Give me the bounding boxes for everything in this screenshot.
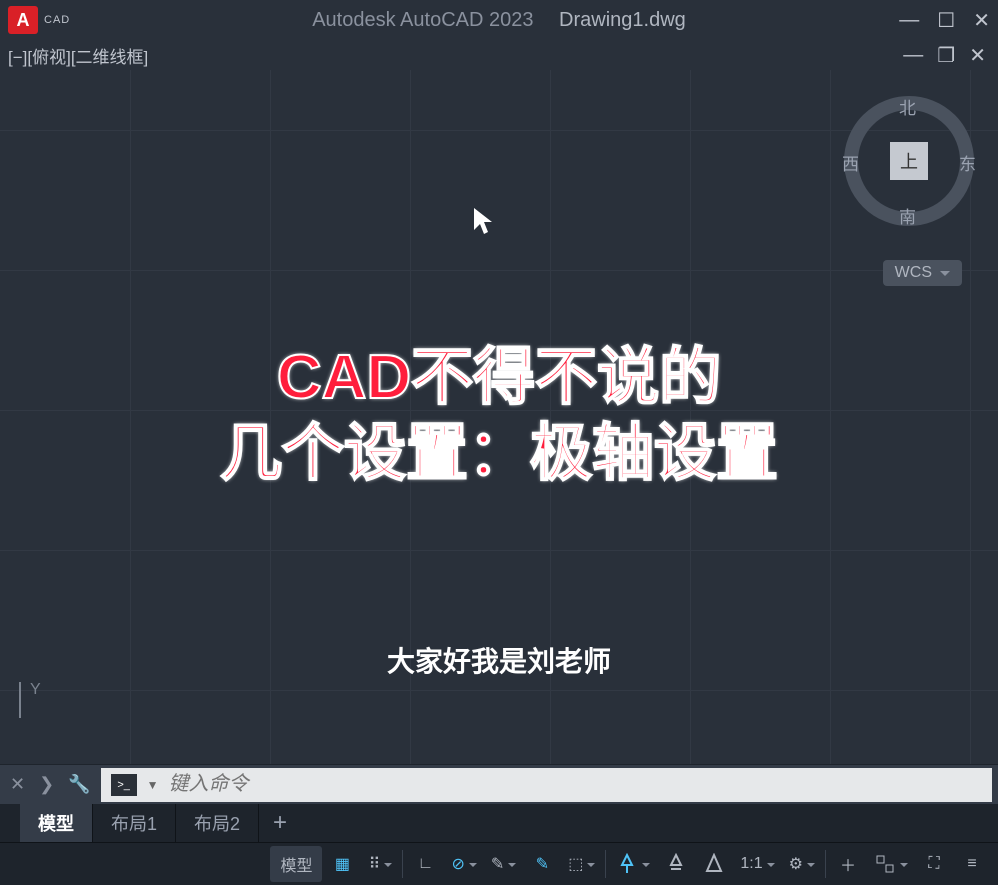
fullscreen-icon[interactable]: ⛶ bbox=[916, 846, 952, 882]
add-icon[interactable]: ＋ bbox=[830, 846, 866, 882]
video-subtitle: 大家好我是刘老师 bbox=[0, 640, 998, 680]
svg-text:Y: Y bbox=[30, 681, 41, 698]
app-icon[interactable]: A bbox=[8, 6, 38, 34]
command-bar: ✕ ❯ 🔧 >_ ▼ bbox=[0, 764, 998, 804]
status-model-button[interactable]: 模型 bbox=[270, 846, 322, 882]
video-title-overlay: CAD不得不说的 几个设置：极轴设置 bbox=[0, 340, 998, 491]
doc-maximize-button[interactable]: ❐ bbox=[937, 43, 955, 68]
view-label[interactable]: [−][俯视][二维线框] bbox=[8, 43, 148, 68]
transparency-icon[interactable] bbox=[696, 846, 732, 882]
viewport-header: [−][俯视][二维线框] — ❐ ✕ bbox=[0, 40, 998, 70]
grid-toggle-icon[interactable]: ▦ bbox=[324, 846, 360, 882]
cursor-icon bbox=[472, 206, 494, 236]
product-name: Autodesk AutoCAD 2023 bbox=[312, 9, 533, 31]
tab-layout2[interactable]: 布局2 bbox=[176, 804, 259, 842]
viewcube-west[interactable]: 西 bbox=[842, 150, 859, 175]
window-controls: — ☐ ✕ bbox=[899, 8, 990, 33]
file-name: Drawing1.dwg bbox=[559, 9, 686, 31]
dyn-input-icon[interactable] bbox=[610, 846, 656, 882]
viewcube-east[interactable]: 东 bbox=[959, 150, 976, 175]
iso-toggle-icon[interactable]: ⬚ bbox=[562, 846, 601, 882]
command-input[interactable] bbox=[169, 773, 983, 796]
minimize-button[interactable]: — bbox=[899, 9, 919, 32]
command-input-wrap[interactable]: >_ ▼ bbox=[101, 768, 992, 802]
drawing-canvas[interactable]: 上 北 南 西 东 WCS Y CAD不得不说的 几个设置：极轴设置 大家好我是… bbox=[0, 70, 998, 764]
gear-icon[interactable]: ⚙ bbox=[783, 846, 821, 882]
viewcube[interactable]: 上 北 南 西 东 bbox=[844, 96, 974, 226]
command-dropdown-icon[interactable]: ▼ bbox=[147, 778, 159, 792]
tab-layout1[interactable]: 布局1 bbox=[93, 804, 176, 842]
snap-toggle-icon[interactable]: ⠿ bbox=[362, 846, 398, 882]
menu-icon[interactable]: ≡ bbox=[954, 846, 990, 882]
separator bbox=[402, 850, 403, 878]
title-bar: A CAD Autodesk AutoCAD 2023 Drawing1.dwg… bbox=[0, 0, 998, 40]
window-title: Autodesk AutoCAD 2023 Drawing1.dwg bbox=[312, 9, 686, 32]
doc-close-button[interactable]: ✕ bbox=[969, 43, 986, 68]
command-close-icon[interactable]: ✕ bbox=[6, 774, 29, 795]
status-bar: 模型 ▦ ⠿ ∟ ⊘ ✎ ✎ ⬚ 1:1 ⚙ ＋ ⛶ ≡ bbox=[0, 842, 998, 885]
maximize-button[interactable]: ☐ bbox=[937, 8, 955, 33]
overlay-line1: CAD不得不说的 bbox=[0, 340, 998, 416]
ucs-icon: Y bbox=[14, 680, 58, 724]
wcs-dropdown[interactable]: WCS bbox=[883, 260, 962, 286]
osnap-toggle-icon[interactable]: ✎ bbox=[485, 846, 522, 882]
separator bbox=[605, 850, 606, 878]
overlay-line2: 几个设置：极轴设置 bbox=[0, 416, 998, 492]
close-button[interactable]: ✕ bbox=[973, 8, 990, 33]
document-controls: — ❐ ✕ bbox=[903, 43, 986, 68]
scale-dropdown[interactable]: 1:1 bbox=[734, 846, 780, 882]
command-wrench-icon[interactable]: 🔧 bbox=[64, 774, 94, 795]
otrack-toggle-icon[interactable]: ✎ bbox=[524, 846, 560, 882]
doc-minimize-button[interactable]: — bbox=[903, 44, 923, 67]
layout-tabs: 模型 布局1 布局2 + bbox=[0, 804, 998, 842]
app-tag: CAD bbox=[44, 14, 70, 26]
tab-add-button[interactable]: + bbox=[259, 804, 301, 842]
viewcube-north[interactable]: 北 bbox=[899, 94, 916, 119]
polar-toggle-icon[interactable]: ⊘ bbox=[445, 846, 482, 882]
command-chevron-icon[interactable]: ❯ bbox=[35, 774, 58, 795]
ortho-toggle-icon[interactable]: ∟ bbox=[407, 846, 443, 882]
viewcube-top-face[interactable]: 上 bbox=[890, 142, 928, 180]
lineweight-icon[interactable] bbox=[658, 846, 694, 882]
separator bbox=[825, 850, 826, 878]
wcs-label: WCS bbox=[895, 264, 932, 282]
viewcube-south[interactable]: 南 bbox=[899, 203, 916, 228]
layout-icon[interactable] bbox=[868, 846, 914, 882]
command-prompt-icon: >_ bbox=[111, 774, 137, 796]
tab-model[interactable]: 模型 bbox=[20, 804, 93, 842]
